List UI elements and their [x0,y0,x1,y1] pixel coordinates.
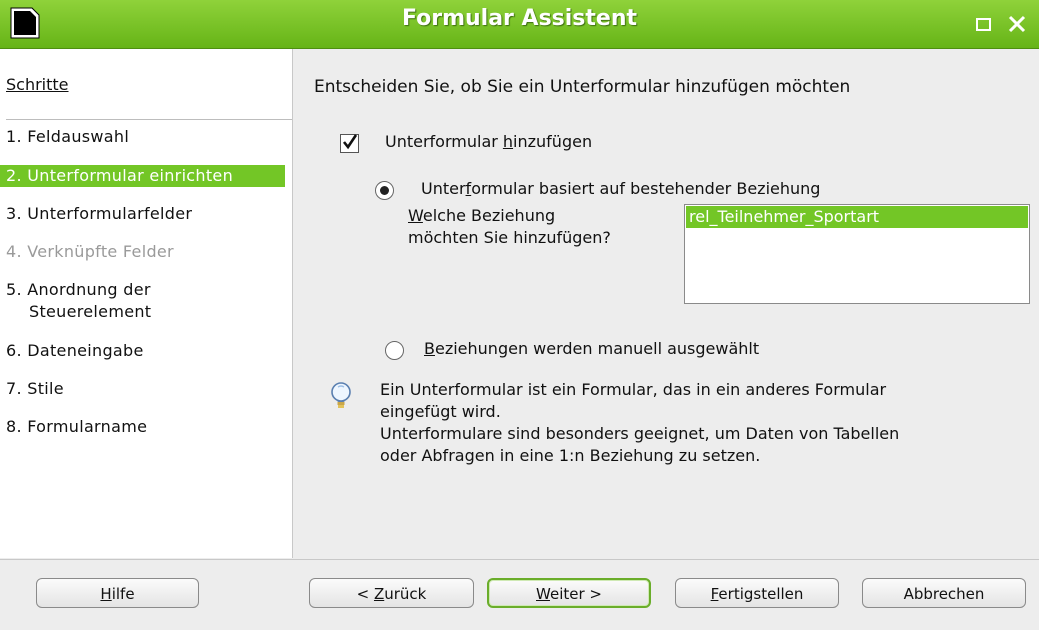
steps-title: Schritte [6,75,69,94]
step-data-entry[interactable]: 6. Dateneingabe [0,340,285,362]
maximize-icon[interactable] [972,12,996,36]
lightbulb-icon [331,382,351,408]
next-button[interactable]: Weiter > [487,578,651,608]
manual-relation-label-post: eziehungen werden manuell ausgewählt [434,339,760,358]
title-bar[interactable]: Formular Assistent [0,0,1039,49]
finish-label-post: ertigstellen [718,585,804,603]
step-subform-setup[interactable]: 2. Unterformular einrichten [0,165,285,187]
radio-dot [380,186,389,195]
add-subform-checkbox[interactable] [340,134,359,153]
back-label-pre: < [356,585,374,603]
step-control-arrangement-line1: 5. Anordnung der [6,280,151,299]
existing-relation-radio[interactable] [375,181,394,200]
info-line: Ein Unterformular ist ein Formular, das … [380,380,887,399]
manual-relation-accel: B [424,339,435,358]
back-accel: Z [373,585,385,603]
existing-relation-label-post: ormular basiert auf bestehender Beziehun… [471,179,821,198]
step-subform-fields[interactable]: 3. Unterformularfelder [0,203,285,225]
back-button[interactable]: < Zurück [309,578,474,608]
cancel-button[interactable]: Abbrechen [862,578,1026,608]
add-subform-label-post: inzufügen [513,132,593,151]
window-title: Formular Assistent [401,6,638,31]
add-subform-accel: h [502,132,514,151]
step-styles[interactable]: 7. Stile [0,378,285,400]
add-subform-label: Unterformular hinzufügen [385,132,592,151]
step-form-name[interactable]: 8. Formularname [0,416,285,438]
finish-button[interactable]: Fertigstellen [675,578,839,608]
relation-question-line1-rest: elche Beziehung [422,206,556,225]
relation-question-line2: möchten Sie hinzufügen? [408,228,611,247]
step-field-selection[interactable]: 1. Feldauswahl [0,126,285,148]
back-label-post: urück [384,585,427,603]
relation-question-accel: W [408,206,423,225]
page-headline: Entscheiden Sie, ob Sie ein Unterformula… [314,77,851,97]
close-icon[interactable] [1005,12,1029,36]
help-accel: H [100,585,112,603]
help-label-post: ilfe [111,585,135,603]
info-line: oder Abfragen in eine 1:n Beziehung zu s… [380,446,761,465]
relation-question-label: Welche Beziehung möchten Sie hinzufügen? [408,205,611,249]
manual-relation-label[interactable]: Beziehungen werden manuell ausgewählt [424,339,759,358]
info-line: Unterformulare sind besonders geeignet, … [380,424,900,443]
info-text: Ein Unterformular ist ein Formular, das … [380,379,1020,467]
steps-sidebar: Schritte 1. Feldauswahl 2. Unterformular… [0,49,293,558]
manual-relation-radio[interactable] [385,341,404,360]
next-accel: W [536,585,550,603]
wizard-content: Entscheiden Sie, ob Sie ein Unterformula… [293,49,1039,558]
existing-relation-label-pre: Unter [421,179,466,198]
step-control-arrangement-line2: Steuerelement [29,302,152,321]
relations-listbox[interactable]: rel_Teilnehmer_Sportart [684,204,1030,304]
checkmark-icon [342,134,358,150]
existing-relation-label[interactable]: Unterformular basiert auf bestehender Be… [421,179,820,198]
relation-question-line1: Welche Beziehung [408,205,611,227]
step-linked-fields: 4. Verknüpfte Felder [6,242,174,261]
next-label-post: eiter > [549,585,602,603]
relation-list-item[interactable]: rel_Teilnehmer_Sportart [686,206,1028,228]
step-control-arrangement[interactable]: 5. Anordnung der Steuerelement [0,279,285,323]
help-button[interactable]: Hilfe [36,578,199,608]
steps-divider [6,119,292,120]
info-line: eingefügt wird. [380,402,501,421]
add-subform-label-pre: Unterformular [385,132,503,151]
